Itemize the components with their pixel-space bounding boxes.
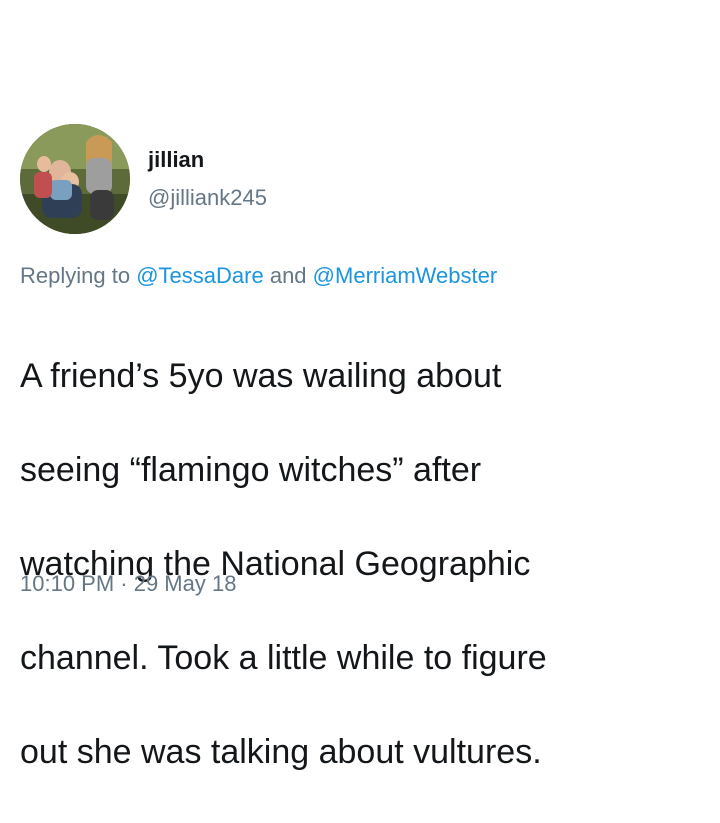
tweet-text-line: out she was talking about vultures. xyxy=(20,733,542,771)
tweet-text-line: channel. Took a little while to figure xyxy=(20,639,547,677)
user-handle[interactable]: @jilliank245 xyxy=(148,185,267,211)
avatar[interactable] xyxy=(20,124,130,234)
mention-link-tessadare[interactable]: @TessaDare xyxy=(136,263,264,288)
profile-photo-avatar-icon xyxy=(20,124,130,234)
mention-link-merriamwebster[interactable]: @MerriamWebster xyxy=(313,263,498,288)
tweet-text-line: A friend’s 5yo was wailing about xyxy=(20,357,502,395)
tweet-timestamp[interactable]: 10:10 PM · 29 May 18 xyxy=(20,570,236,598)
replying-to-label: Replying to xyxy=(20,263,131,288)
tweet-text-line: seeing “flamingo witches” after xyxy=(20,451,482,489)
replying-to-line: Replying to @TessaDare and @MerriamWebst… xyxy=(20,262,497,290)
display-name[interactable]: jillian xyxy=(148,147,204,173)
replying-to-connector: and xyxy=(269,263,307,288)
tweet-card: jillian @jilliank245 Replying to @TessaD… xyxy=(0,0,720,771)
tweet-text: A friend’s 5yo was wailing about seeing … xyxy=(20,306,700,823)
